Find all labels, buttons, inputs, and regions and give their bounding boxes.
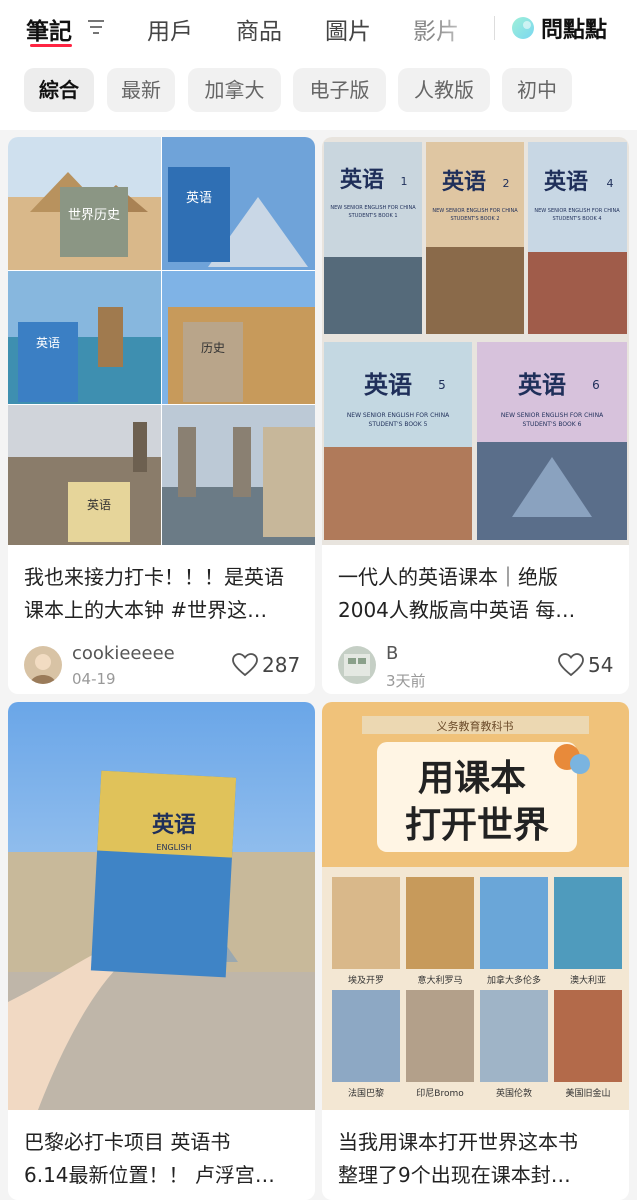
heart-icon[interactable] [558, 653, 584, 677]
tab-images[interactable]: 圖片 [325, 12, 371, 46]
place-label-bromo: 印尼Bromo [416, 1087, 464, 1099]
book-number-2: 2 [503, 177, 510, 190]
like-count: 54 [588, 653, 614, 677]
student-book-label-6: STUDENT'S BOOK 6 [523, 421, 582, 428]
filter-chip-junior-high[interactable]: 初中 [502, 68, 572, 112]
filter-chip-pep[interactable]: 人教版 [398, 68, 490, 112]
book-title-english-1: 英语 [340, 167, 384, 193]
post-date: 3天前 [386, 672, 426, 690]
note-card[interactable]: 世界历史 英语 英语 历史 英语 我也来接力打卡！！！是英语 课本上的大本钟 #… [8, 137, 315, 694]
like-count: 287 [262, 653, 301, 677]
note-title-line2: 2004人教版高中英语 每… [338, 598, 576, 622]
book-number-6: 6 [592, 378, 600, 392]
note-title-line2: 6.14最新位置！！ 卢浮宫… [24, 1163, 275, 1187]
tab-users[interactable]: 用戶 [147, 12, 193, 46]
note-title-line1: 巴黎必打卡项目 英语书 [24, 1130, 231, 1154]
note-cover-image: 义务教育教科书 用课本 打开世界 埃及开罗 意大利罗马 加拿大多伦多 澳大利亚 … [322, 702, 629, 1110]
series-label-4: NEW SENIOR ENGLISH FOR CHINA [534, 208, 620, 214]
book-number-5: 5 [438, 378, 446, 392]
book-title-english-4: 英语 [544, 169, 588, 195]
note-cover-image: 英语 1 NEW SENIOR ENGLISH FOR CHINA STUDEN… [322, 137, 629, 545]
tab-overflow-fade [432, 0, 492, 56]
tab-divider [494, 16, 495, 40]
student-book-label-1: STUDENT'S BOOK 1 [348, 213, 397, 219]
note-card[interactable]: 英语 ENGLISH 巴黎必打卡项目 英语书 6.14最新位置！！ 卢浮宫… [8, 702, 315, 1200]
tab-notes[interactable]: 筆記 [26, 12, 72, 46]
place-label-cairo: 埃及开罗 [348, 974, 384, 986]
note-cover-image: 英语 ENGLISH [8, 702, 315, 1110]
series-label-1: NEW SENIOR ENGLISH FOR CHINA [330, 205, 416, 211]
place-label-australia: 澳大利亚 [570, 974, 606, 986]
place-label-paris: 法国巴黎 [348, 1087, 384, 1099]
headline-line2: 打开世界 [405, 805, 549, 846]
book-title-english-2: 英语 [442, 169, 486, 195]
series-label-5: NEW SENIOR ENGLISH FOR CHINA [347, 412, 450, 419]
avatar[interactable] [338, 646, 376, 684]
student-book-label-4: STUDENT'S BOOK 4 [552, 216, 601, 222]
note-title-line2: 整理了9个出现在课本封… [338, 1163, 571, 1187]
book-title-english-2: 英语 [36, 336, 60, 350]
note-card[interactable]: 英语 1 NEW SENIOR ENGLISH FOR CHINA STUDEN… [322, 137, 629, 694]
ask-ai-icon[interactable] [511, 16, 535, 40]
place-label-toronto: 加拿大多伦多 [487, 974, 541, 986]
place-label-london: 英国伦敦 [496, 1087, 532, 1099]
post-date: 04-19 [72, 670, 116, 688]
series-label-2: NEW SENIOR ENGLISH FOR CHINA [432, 208, 518, 214]
note-title-line1: 当我用课本打开世界这本书 [338, 1130, 578, 1154]
place-label-san-francisco: 美国旧金山 [565, 1087, 610, 1099]
book-title-world-history: 世界历史 [68, 208, 120, 223]
author-name[interactable]: cookieeeee [72, 643, 175, 664]
note-title-line2: 课本上的大本钟 #世界这… [24, 598, 268, 622]
headline-line1: 用课本 [418, 758, 526, 799]
banner-text: 义务教育教科书 [437, 719, 514, 733]
place-label-rome: 意大利罗马 [417, 974, 462, 986]
filter-chip-ebook[interactable]: 电子版 [293, 68, 386, 112]
note-title-line1: 一代人的英语课本｜绝版 [338, 565, 558, 589]
student-book-label-5: STUDENT'S BOOK 5 [369, 421, 428, 428]
author-name[interactable]: B [386, 643, 398, 664]
filter-chip-comprehensive[interactable]: 綜合 [24, 68, 94, 112]
avatar[interactable] [24, 646, 62, 684]
series-label-6: NEW SENIOR ENGLISH FOR CHINA [501, 412, 604, 419]
book-title-history: 历史 [201, 341, 225, 355]
top-tab-bar: 筆記 用戶 商品 圖片 影片 問點點 [0, 0, 637, 56]
book-number-1: 1 [401, 175, 408, 188]
book-title-english: 英语 [152, 812, 196, 838]
note-card[interactable]: 义务教育教科书 用课本 打开世界 埃及开罗 意大利罗马 加拿大多伦多 澳大利亚 … [322, 702, 629, 1200]
filter-chip-latest[interactable]: 最新 [107, 68, 175, 112]
book-subtitle-english: ENGLISH [156, 843, 191, 852]
filter-chip-row: 綜合 最新 加拿大 电子版 人教版 初中 [0, 56, 637, 130]
note-cover-image: 世界历史 英语 英语 历史 英语 [8, 137, 315, 545]
filter-chip-canada[interactable]: 加拿大 [188, 68, 281, 112]
sort-icon[interactable] [86, 18, 106, 36]
tab-products[interactable]: 商品 [236, 12, 282, 46]
active-tab-indicator [30, 44, 72, 47]
book-title-english: 英语 [186, 191, 212, 206]
book-title-english-6: 英语 [518, 370, 566, 399]
book-number-4: 4 [607, 177, 614, 190]
student-book-label-2: STUDENT'S BOOK 2 [450, 216, 499, 222]
book-title-english-5: 英语 [364, 370, 412, 399]
book-title-english-3: 英语 [87, 498, 111, 512]
heart-icon[interactable] [232, 653, 258, 677]
note-title-line1: 我也来接力打卡！！！是英语 [24, 565, 284, 589]
ask-label[interactable]: 問點點 [541, 12, 607, 44]
